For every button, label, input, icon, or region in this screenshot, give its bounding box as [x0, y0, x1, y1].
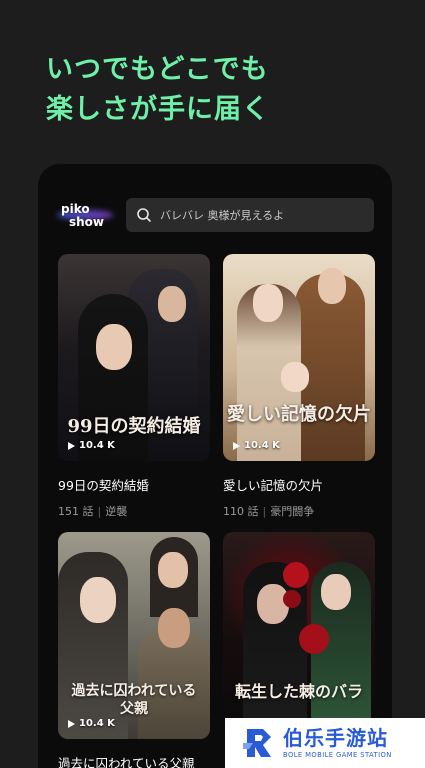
phone-screen: piko show バレバレ 奥様が見えるよ 99日の契約結婚 10.4 K 9…: [38, 164, 392, 768]
drama-card[interactable]: 愛しい記憶の欠片 10.4 K 愛しい記憶の欠片 110 話 | 豪門闘争: [223, 254, 375, 519]
play-icon: [68, 719, 75, 728]
logo-text-top: piko: [61, 202, 90, 216]
drama-card[interactable]: 転生した棘のバラ: [223, 532, 375, 739]
watermark-main: 伯乐手游站: [283, 726, 388, 750]
watermark-text: 伯乐手游站 BOLE MOBILE GAME STATION: [283, 727, 392, 759]
drama-poster[interactable]: 過去に囚われている父親 10.4 K: [58, 532, 210, 739]
view-count: 10.4 K: [68, 718, 115, 729]
drama-poster[interactable]: 愛しい記憶の欠片 10.4 K: [223, 254, 375, 461]
genre-tag: 豪門闘争: [270, 505, 315, 518]
drama-card[interactable]: 99日の契約結婚 10.4 K 99日の契約結婚 151 話 | 逆襲: [58, 254, 210, 519]
drama-poster[interactable]: 99日の契約結婚 10.4 K: [58, 254, 210, 461]
drama-meta: 151 話 | 逆襲: [58, 503, 210, 519]
drama-title[interactable]: 愛しい記憶の欠片: [223, 475, 375, 494]
poster-title: 愛しい記憶の欠片: [227, 404, 371, 425]
logo-text-bottom: show: [69, 215, 105, 229]
play-icon: [233, 441, 240, 450]
meta-divider: |: [262, 505, 267, 518]
view-count-text: 10.4 K: [79, 440, 115, 451]
meta-divider: |: [97, 505, 102, 518]
episode-count: 151 話: [58, 505, 94, 518]
search-placeholder: バレバレ 奥様が見えるよ: [160, 209, 285, 222]
view-count-text: 10.4 K: [244, 440, 280, 451]
poster-title: 99日の契約結婚: [67, 416, 201, 437]
view-count-text: 10.4 K: [79, 718, 115, 729]
headline: いつでもどこでも 楽しさが手に届く: [46, 50, 270, 130]
drama-title[interactable]: 過去に囚われている父親: [58, 753, 210, 768]
watermark-badge: 伯乐手游站 BOLE MOBILE GAME STATION: [225, 718, 425, 768]
search-icon: [137, 208, 151, 222]
play-icon: [68, 441, 75, 450]
poster-title: 過去に囚われている父親: [71, 683, 197, 717]
bole-logo-icon: [243, 729, 271, 757]
drama-title[interactable]: 99日の契約結婚: [58, 475, 210, 494]
headline-line-1: いつでもどこでも: [46, 54, 269, 85]
genre-tag: 逆襲: [105, 505, 128, 518]
view-count: 10.4 K: [68, 440, 115, 451]
headline-line-2: 楽しさが手に届く: [46, 94, 270, 125]
drama-meta: 110 話 | 豪門闘争: [223, 503, 375, 519]
drama-poster[interactable]: 転生した棘のバラ: [223, 532, 375, 739]
view-count: 10.4 K: [233, 440, 280, 451]
search-bar[interactable]: バレバレ 奥様が見えるよ: [126, 198, 374, 232]
watermark-sub: BOLE MOBILE GAME STATION: [283, 751, 392, 759]
poster-title: 転生した棘のバラ: [234, 682, 363, 701]
episode-count: 110 話: [223, 505, 259, 518]
drama-card[interactable]: 過去に囚われている父親 10.4 K 過去に囚われている父親: [58, 532, 210, 768]
app-logo[interactable]: piko show: [57, 202, 115, 232]
